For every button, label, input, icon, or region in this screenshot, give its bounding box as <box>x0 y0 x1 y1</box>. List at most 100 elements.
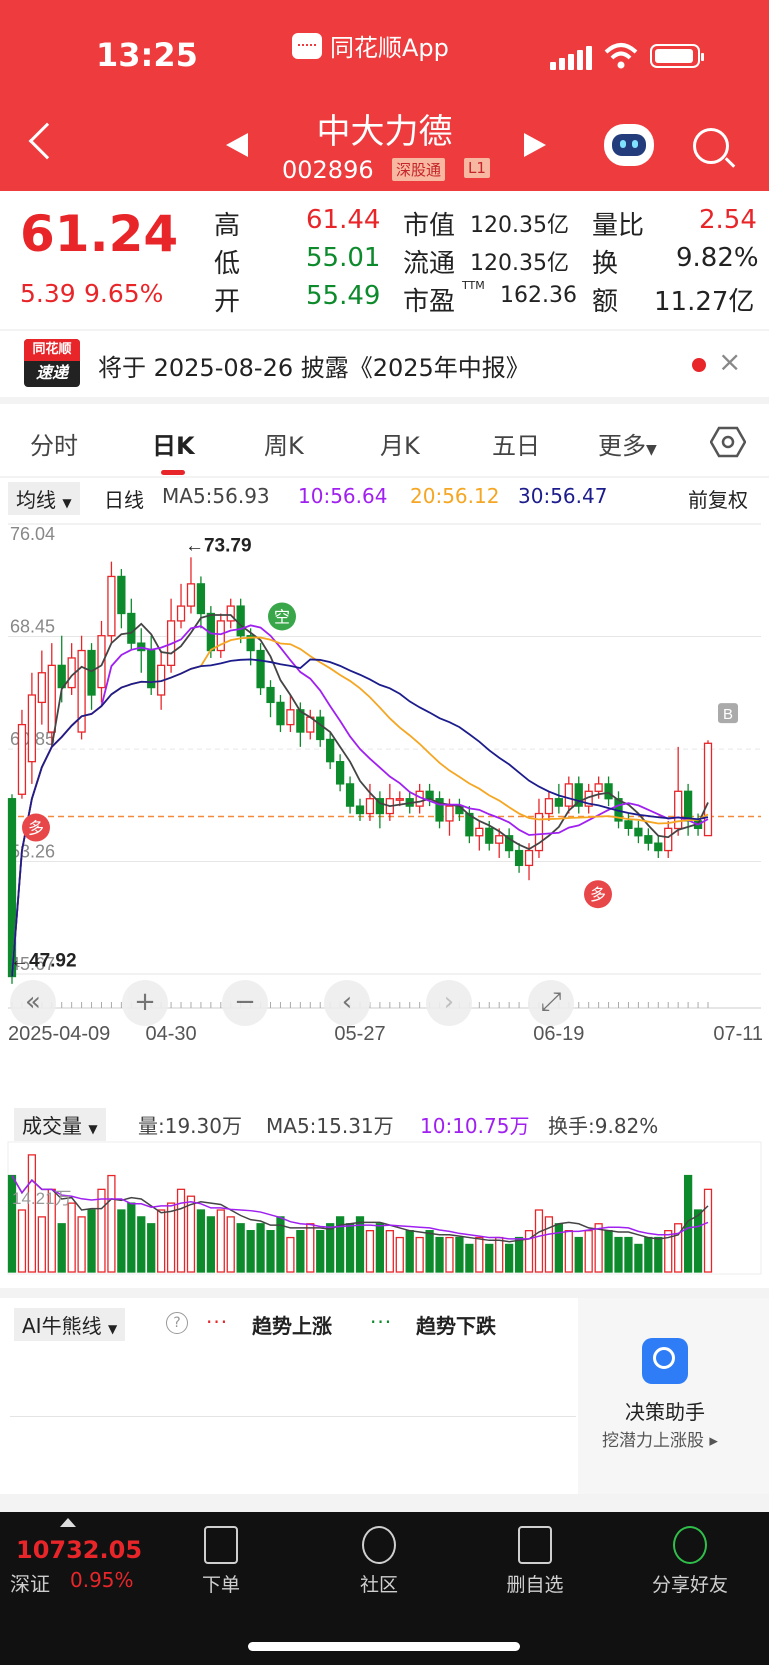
turnover-label: 换 <box>592 249 619 279</box>
volume-bar <box>634 1243 643 1273</box>
next-stock-button[interactable] <box>524 133 546 157</box>
adjust-mode[interactable]: 前复权 <box>688 484 748 513</box>
news-banner[interactable]: 同花顺 速递 将于 2025-08-26 披露《2025年中报》 × <box>0 331 769 397</box>
pe-ttm-sup: TTM <box>462 279 485 292</box>
volume-bar <box>236 1223 245 1273</box>
volume-selector[interactable]: 成交量 ▼ <box>14 1108 106 1141</box>
candle-body <box>683 790 693 822</box>
candle-body <box>703 742 713 837</box>
y-tick-label: 53.26 <box>10 842 55 862</box>
candle-body <box>514 849 524 867</box>
scroll-left-button[interactable]: ‹ <box>324 980 370 1026</box>
help-icon[interactable]: ? <box>166 1312 188 1334</box>
candle-body <box>57 664 66 689</box>
volume-bar <box>554 1223 563 1273</box>
decision-helper-sub-label: 挖潜力上涨股 <box>602 1431 704 1451</box>
settings-hex-icon[interactable] <box>710 424 746 460</box>
x-tick-label: 07-11 <box>713 1023 763 1045</box>
dropdown-arrow-icon: ▼ <box>646 442 657 458</box>
volume-bar <box>534 1209 544 1273</box>
x-tick-label: 06-19 <box>533 1023 584 1045</box>
order-label: 下单 <box>201 1574 240 1596</box>
candle-body <box>117 575 126 615</box>
candle-body <box>594 783 603 792</box>
remove-watchlist-icon <box>518 1526 552 1564</box>
news-logo-bottom: 速递 <box>35 363 68 382</box>
volume-bar <box>57 1223 66 1273</box>
volume-bar <box>316 1230 325 1273</box>
y-tick-label: 68.45 <box>10 616 55 636</box>
ai-selector[interactable]: AI牛熊线 ▼ <box>14 1308 126 1341</box>
scroll-right-button[interactable]: › <box>426 980 472 1026</box>
share-button[interactable]: 分享好友 <box>648 1526 732 1597</box>
volume-bar <box>425 1230 434 1273</box>
tab-weekly-k[interactable]: 周K <box>264 426 304 461</box>
ma-selector-label: 均线 <box>16 488 56 512</box>
candle-body <box>176 605 186 622</box>
turnover-value: 9.82% <box>676 243 759 273</box>
zoom-out-button[interactable]: − <box>222 980 268 1026</box>
volume-bar <box>256 1223 265 1273</box>
signal-icon <box>550 46 592 70</box>
scroll-start-button[interactable]: « <box>10 980 56 1026</box>
fullscreen-button[interactable]: ⤢ <box>528 980 574 1026</box>
zoom-in-button[interactable]: + <box>122 980 168 1026</box>
volume-selector-label: 成交量 <box>22 1114 82 1138</box>
volume-chart[interactable]: 14.21万 <box>0 1138 769 1288</box>
tab-intraday[interactable]: 分时 <box>30 426 78 461</box>
volume-bar <box>693 1209 703 1273</box>
candle-body <box>186 583 196 607</box>
tab-monthly-k[interactable]: 月K <box>380 426 420 461</box>
volume-bar <box>544 1216 554 1273</box>
price-change-pct: 9.65% <box>84 279 164 308</box>
ma5-value: MA5:56.93 <box>162 484 270 508</box>
close-icon[interactable]: × <box>718 345 741 378</box>
candle-body <box>544 798 554 815</box>
float-value: 120.35亿 <box>470 251 569 276</box>
candle-body <box>276 701 285 726</box>
min-price-label: ←47.92 <box>10 951 77 972</box>
candle-body <box>674 790 683 830</box>
candle-body <box>395 798 404 801</box>
level-tag: L1 <box>464 158 490 178</box>
candlestick-chart[interactable]: 76.0468.4560.8553.2645.67←73.79←47.92多空多… <box>0 514 769 1098</box>
current-price: 61.24 <box>20 205 179 263</box>
tab-more-label: 更多 <box>598 432 646 460</box>
candle-body <box>425 790 434 800</box>
ma30-value: 30:56.47 <box>518 484 608 508</box>
amount-label: 额 <box>592 287 619 317</box>
volume-bar <box>97 1188 106 1273</box>
community-icon <box>362 1526 396 1564</box>
candle-body <box>236 605 245 637</box>
tab-daily-k[interactable]: 日K <box>152 426 195 461</box>
news-text: 将于 2025-08-26 披露《2025年中报》 <box>98 354 530 382</box>
buy-signal-text: 多 <box>590 886 606 904</box>
candle-body <box>564 783 573 807</box>
market-tag: 深股通 <box>392 158 446 181</box>
ai-robot-icon[interactable] <box>604 124 654 166</box>
volume-bar <box>435 1236 444 1273</box>
decision-helper[interactable]: 决策助手 挖潜力上涨股 ▸ <box>578 1298 769 1494</box>
index-name: 深证 <box>10 1572 50 1596</box>
volume-bar <box>574 1236 583 1273</box>
header-bar: 13:25 同花顺App 中大力德 002896 深股通 L1 <box>0 0 769 191</box>
tab-five-day[interactable]: 五日 <box>492 426 540 461</box>
volume-panel: 成交量 ▼ 量:19.30万 MA5:15.31万 10:10.75万 换手:9… <box>0 1098 769 1288</box>
order-button[interactable]: 下单 <box>196 1526 246 1597</box>
ma-selector[interactable]: 均线 ▼ <box>8 482 80 515</box>
b-signal-text: B <box>723 706 733 723</box>
community-button[interactable]: 社区 <box>354 1526 404 1597</box>
unread-dot <box>692 358 706 372</box>
search-button[interactable] <box>693 128 729 164</box>
volume-bar <box>37 1216 46 1273</box>
trend-up-label: 趋势上涨 <box>252 1314 332 1338</box>
battery-icon <box>650 44 704 68</box>
ai-bull-bear-panel: AI牛熊线 ▼ ? ··· 趋势上涨 ··· 趋势下跌 决策助手 挖潜力上涨股 … <box>0 1298 769 1494</box>
candle-body <box>196 583 206 615</box>
wechat-icon <box>673 1526 707 1564</box>
vr-value: 2.54 <box>699 205 757 235</box>
volume-bar <box>584 1230 593 1273</box>
tab-more[interactable]: 更多▼ <box>598 426 657 461</box>
remove-watchlist-button[interactable]: 删自选 <box>500 1526 570 1597</box>
volume-bar <box>345 1223 355 1273</box>
